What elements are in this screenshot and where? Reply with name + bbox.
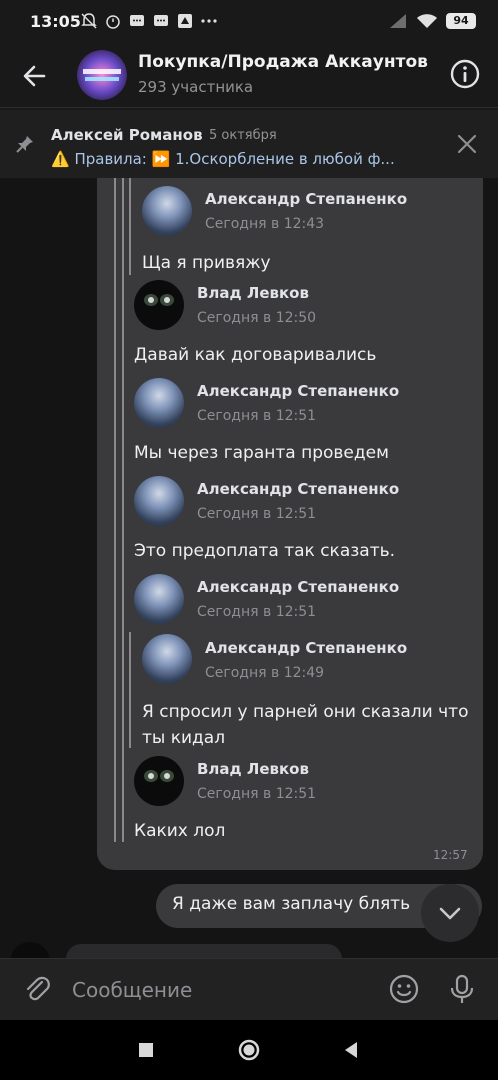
sender-name[interactable]: Александр Степаненко xyxy=(205,190,407,208)
close-icon[interactable] xyxy=(455,132,479,156)
chevron-down-icon xyxy=(439,907,461,920)
status-time: 13:05 xyxy=(30,12,81,31)
sender-name[interactable]: Влад Левков xyxy=(197,760,309,778)
system-indicators: 94 xyxy=(388,13,476,29)
sender-name[interactable]: Александр Степаненко xyxy=(205,639,407,657)
back-arrow-icon[interactable] xyxy=(18,58,54,94)
chat-avatar[interactable] xyxy=(77,50,127,100)
sender-name[interactable]: Александр Степаненко xyxy=(197,480,399,498)
avatar[interactable] xyxy=(134,280,184,330)
cat-avatar-image xyxy=(144,770,174,782)
forward-line xyxy=(122,178,124,842)
message-time: Сегодня в 12:51 xyxy=(197,604,317,620)
app-icon xyxy=(178,14,192,28)
forward-line xyxy=(129,178,131,275)
chat-title[interactable]: Покупка/Продажа Аккаунтов К xyxy=(138,52,434,72)
recent-apps-icon[interactable] xyxy=(134,1038,158,1062)
chat-member-count: 293 участника xyxy=(138,78,254,96)
battery-indicator: 94 xyxy=(446,13,476,29)
pinned-message-bar[interactable]: Алексей Романов 5 октября ⚠️ Правила: ⏩ … xyxy=(0,110,498,178)
message-input[interactable] xyxy=(72,973,372,1007)
sender-name[interactable]: Александр Степаненко xyxy=(197,382,399,400)
notification-icons xyxy=(80,12,218,30)
message-time: Сегодня в 12:51 xyxy=(197,786,317,802)
avatar[interactable] xyxy=(134,756,184,806)
message-time: Сегодня в 12:51 xyxy=(197,408,317,424)
paperclip-icon[interactable] xyxy=(21,973,53,1005)
message-text: Мы через гаранта проведем xyxy=(134,443,389,463)
chat-header: Покупка/Продажа Аккаунтов К 293 участник… xyxy=(0,44,498,108)
smiley-icon[interactable] xyxy=(388,973,420,1005)
avatar[interactable] xyxy=(134,378,184,428)
message-text: Давай как договаривались xyxy=(134,345,377,365)
pinned-text: ⚠️ Правила: ⏩ 1.Оскорбление в любой ф... xyxy=(51,150,395,168)
forward-line xyxy=(114,178,116,842)
info-icon[interactable] xyxy=(449,58,481,90)
avatar[interactable] xyxy=(142,634,192,684)
pin-icon xyxy=(16,136,33,153)
message-composer xyxy=(0,958,498,1020)
avatar[interactable] xyxy=(142,186,192,236)
message-text: Ща я привяжу xyxy=(142,253,271,273)
message-icon xyxy=(154,15,168,26)
home-icon[interactable] xyxy=(237,1038,261,1062)
avatar[interactable] xyxy=(10,942,50,958)
sender-name[interactable]: Влад Левков xyxy=(197,284,309,302)
cat-avatar-image xyxy=(144,294,174,306)
system-nav-bar xyxy=(0,1020,498,1080)
message-time: Сегодня в 12:50 xyxy=(197,310,317,326)
message-icon xyxy=(130,15,144,26)
microphone-icon[interactable] xyxy=(448,973,476,1005)
outgoing-message-text: Я даже вам заплачу блять xyxy=(172,894,411,914)
incoming-message-bubble[interactable] xyxy=(66,944,342,958)
more-dots-icon xyxy=(201,19,217,23)
message-text: Каких лол xyxy=(134,821,226,841)
signal-icon xyxy=(390,14,406,28)
mute-bell-icon xyxy=(81,13,97,29)
status-bar: 13:05 94 xyxy=(0,0,498,44)
message-time: Сегодня в 12:43 xyxy=(205,216,325,232)
message-text: Это предоплата так сказать. xyxy=(134,541,396,561)
message-time: Сегодня в 12:51 xyxy=(197,506,317,522)
bubble-time: 12:57 xyxy=(433,848,468,862)
message-text: Я спросил у парней они сказали что ты ки… xyxy=(142,702,469,748)
message-time: Сегодня в 12:49 xyxy=(205,665,325,681)
alarm-icon xyxy=(106,15,120,29)
avatar[interactable] xyxy=(134,476,184,526)
chat-avatar-image xyxy=(77,50,127,100)
scroll-down-button[interactable] xyxy=(421,884,479,942)
pinned-date: 5 октября xyxy=(209,128,277,143)
sender-name[interactable]: Александр Степаненко xyxy=(197,578,399,596)
message-feed[interactable]: Александр Степаненко Сегодня в 12:43 Ща … xyxy=(0,178,498,958)
avatar[interactable] xyxy=(134,574,184,624)
pinned-author: Алексей Романов xyxy=(51,126,203,144)
wifi-icon xyxy=(417,14,437,28)
forward-line xyxy=(129,632,131,748)
back-nav-icon[interactable] xyxy=(340,1038,364,1062)
